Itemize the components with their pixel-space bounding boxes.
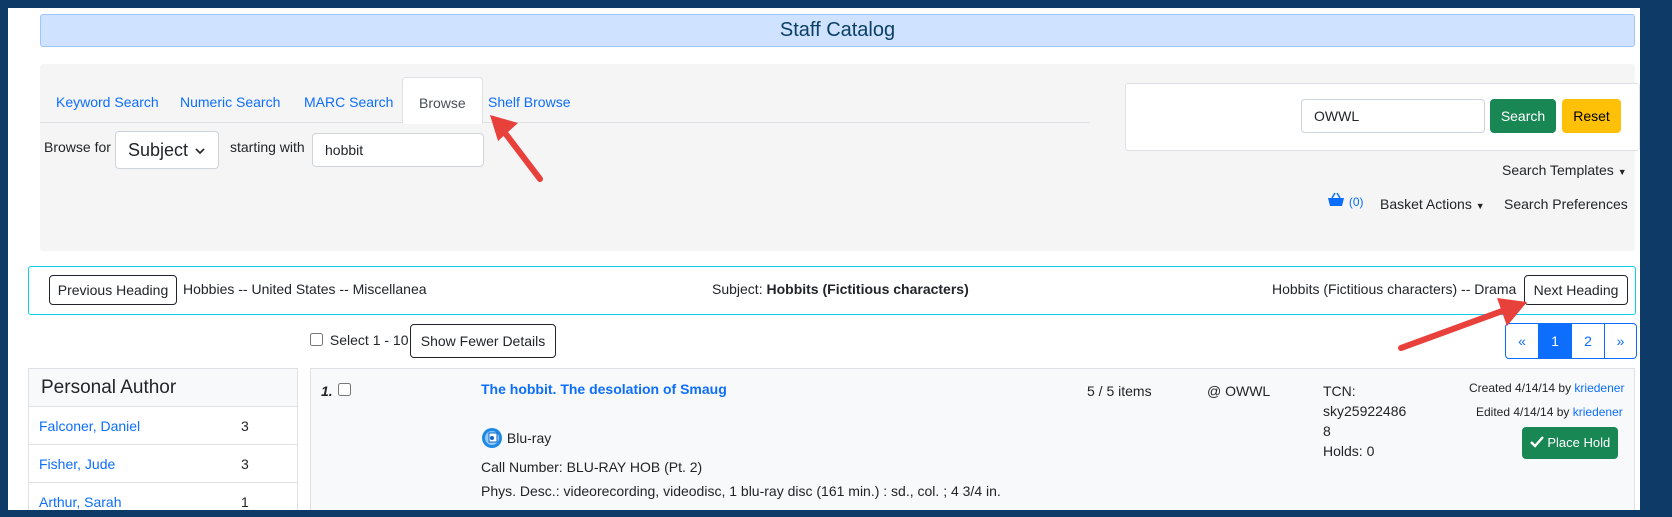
facet-item-count: 3 [241,456,249,472]
previous-heading-text: Hobbies -- United States -- Miscellanea [183,281,427,297]
page-2[interactable]: 2 [1571,323,1604,359]
result-holds: Holds: 0 [1323,443,1375,459]
place-hold-label: Place Hold [1547,435,1611,450]
result-number: 1. [321,383,333,399]
select-range-label: Select 1 - 10 [329,332,409,348]
search-button[interactable]: Search [1490,99,1556,133]
result-title-link[interactable]: The hobbit. The desolation of Smaug [481,381,727,397]
subject-prefix: Subject: [712,281,763,297]
page-title: Staff Catalog [40,14,1635,47]
result-location: @ OWWL [1207,383,1271,399]
subject-value: Hobbits (Fictitious characters) [766,281,969,297]
result-created: Created 4/14/14 by kriedener [1469,381,1624,395]
created-by-link[interactable]: kriedener [1574,381,1624,395]
result-item-count: 5 / 5 items [1087,383,1152,399]
chevron-down-icon [194,132,206,168]
search-box: OWWL Search Reset [1125,83,1640,151]
caret-down-icon: ▼ [1475,201,1485,211]
facet-item-name[interactable]: Arthur, Sarah [39,494,122,510]
page-1[interactable]: 1 [1538,323,1571,359]
bluray-icon [481,428,507,448]
result-phys-desc: Phys. Desc.: videorecording, videodisc, … [481,483,1001,499]
result-format-label: Blu-ray [506,430,552,446]
edited-by-link[interactable]: kriedener [1573,405,1623,419]
page-next[interactable]: » [1604,323,1637,359]
caret-down-icon: ▼ [1617,167,1627,177]
search-preferences-link[interactable]: Search Preferences [1504,196,1628,212]
starting-with-label: starting with [230,139,305,155]
current-subject: Subject: Hobbits (Fictitious characters) [712,281,969,297]
org-unit-input[interactable]: OWWL [1301,99,1485,133]
basket-link[interactable]: (0) [1327,192,1364,209]
search-templates-label: Search Templates [1502,162,1614,178]
tab-browse[interactable]: Browse [402,77,483,124]
facet-item-name[interactable]: Falconer, Daniel [39,418,140,434]
basket-icon [1327,192,1349,209]
result-tcn-value: sky25922486 [1323,403,1407,419]
result-record: 1. The hobbit. The desolation of Smaug B… [310,368,1635,510]
result-tcn-value-cont: 8 [1323,423,1331,439]
select-all[interactable]: Select 1 - 10 [310,332,409,348]
browse-term-input[interactable]: hobbit [312,133,484,167]
reset-button[interactable]: Reset [1562,99,1621,133]
created-label: Created 4/14/14 by [1469,381,1572,395]
app-frame: Staff Catalog Keyword Search Numeric Sea… [8,8,1640,510]
search-panel: Keyword Search Numeric Search MARC Searc… [40,64,1640,251]
browse-for-label: Browse for [44,139,111,155]
page-prev[interactable]: « [1505,323,1538,359]
next-heading-text: Hobbits (Fictitious characters) -- Drama [1272,281,1517,297]
tab-keyword-search[interactable]: Keyword Search [40,77,175,123]
search-tabs: Keyword Search Numeric Search MARC Searc… [40,77,1090,124]
tab-numeric-search[interactable]: Numeric Search [164,77,296,123]
facet-title: Personal Author [29,369,297,407]
tab-marc-search[interactable]: MARC Search [288,77,409,123]
browse-heading-bar: Previous Heading Hobbies -- United State… [28,266,1636,315]
facet-item[interactable]: Fisher, Jude 3 [29,445,297,483]
browse-type-value: Subject [128,140,189,160]
basket-actions-menu[interactable]: Basket Actions ▼ [1380,196,1485,212]
next-heading-button[interactable]: Next Heading [1524,275,1628,305]
previous-heading-button[interactable]: Previous Heading [49,275,177,305]
facet-item-count: 1 [241,494,249,510]
result-edited: Edited 4/14/14 by kriedener [1476,405,1623,419]
basket-count: (0) [1348,195,1364,209]
facet-item[interactable]: Falconer, Daniel 3 [29,407,297,445]
facet-item-count: 3 [241,418,249,434]
browse-type-select[interactable]: Subject [115,131,219,169]
personal-author-facet: Personal Author Falconer, Daniel 3 Fishe… [28,368,298,510]
result-call-number: Call Number: BLU-RAY HOB (Pt. 2) [481,459,703,475]
select-all-checkbox[interactable] [310,333,323,346]
result-format: Blu-ray [481,427,551,449]
tab-shelf-browse[interactable]: Shelf Browse [472,77,586,123]
result-tcn-label: TCN: [1323,383,1356,399]
result-checkbox[interactable] [338,383,351,396]
edited-label: Edited 4/14/14 by [1476,405,1570,419]
facet-item-name[interactable]: Fisher, Jude [39,456,115,472]
pagination: « 1 2 » [1505,323,1637,359]
show-fewer-details-button[interactable]: Show Fewer Details [410,324,556,358]
basket-actions-label: Basket Actions [1380,196,1472,212]
place-hold-button[interactable]: Place Hold [1522,427,1618,459]
search-templates-menu[interactable]: Search Templates ▼ [1502,162,1627,178]
facet-item[interactable]: Arthur, Sarah 1 [29,483,297,510]
check-icon [1529,435,1548,450]
